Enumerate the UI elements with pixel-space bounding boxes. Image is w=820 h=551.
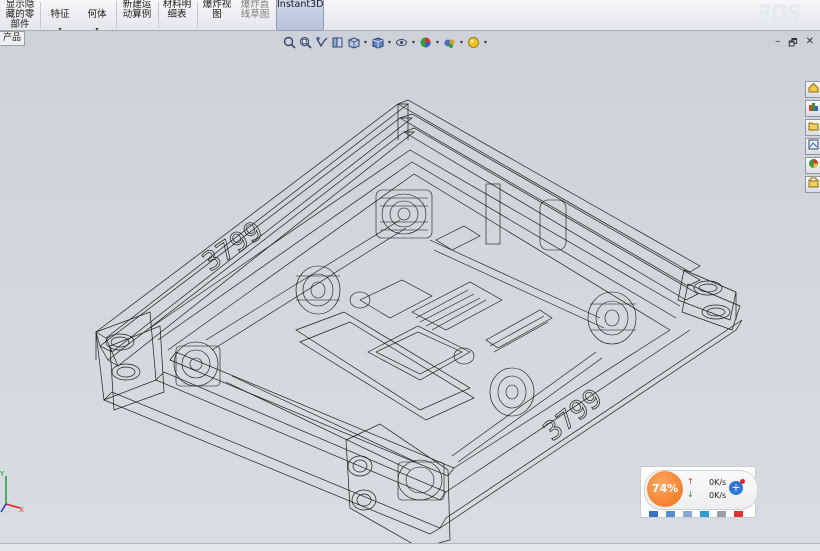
frame-end bbox=[681, 283, 741, 331]
boost-button[interactable]: + bbox=[729, 479, 745, 495]
triad-x-label: X bbox=[19, 506, 24, 514]
triad-y-label: Y bbox=[0, 470, 5, 478]
upload-arrow-icon: ↑ bbox=[687, 477, 694, 486]
bolt-hole bbox=[701, 304, 731, 320]
motor-cluster bbox=[587, 291, 637, 345]
frame-rail bbox=[169, 351, 455, 477]
bolt-hole bbox=[116, 366, 136, 378]
frame-rail bbox=[403, 127, 699, 301]
tray-icon[interactable] bbox=[666, 511, 675, 517]
bolt-hole bbox=[356, 493, 372, 507]
engraved-label: 3799 bbox=[197, 216, 269, 278]
tray-icon[interactable] bbox=[649, 511, 658, 517]
frame-notch bbox=[299, 321, 475, 421]
reference-triad: Y X bbox=[0, 470, 24, 514]
frame-rail bbox=[453, 329, 671, 469]
tray-icon[interactable] bbox=[700, 511, 709, 517]
plus-icon: + bbox=[731, 481, 741, 494]
frame-rail bbox=[103, 391, 441, 535]
tray-icon[interactable] bbox=[717, 511, 726, 517]
frame-end bbox=[109, 325, 165, 411]
motor-cluster bbox=[295, 265, 341, 315]
frame-rail bbox=[107, 131, 416, 367]
bolt-hole bbox=[111, 363, 141, 381]
engraved-label: 3799 bbox=[538, 383, 609, 447]
motor-cluster bbox=[489, 367, 535, 417]
center-carriage bbox=[349, 183, 567, 381]
download-arrow-icon: ↓ bbox=[687, 490, 694, 499]
network-monitor-widget[interactable]: 74% ↑ 0K/s ↓ 0K/s + bbox=[640, 466, 758, 518]
widget-tray bbox=[649, 511, 743, 517]
upload-rate: 0K/s bbox=[709, 478, 727, 487]
motor-cluster bbox=[375, 189, 433, 239]
bolt-hole bbox=[698, 283, 718, 293]
frame-notch bbox=[295, 311, 471, 411]
memory-percent-badge[interactable]: 74% bbox=[647, 471, 683, 507]
notification-dot bbox=[740, 479, 745, 484]
close-icon[interactable] bbox=[734, 511, 743, 517]
tray-icon[interactable] bbox=[683, 511, 692, 517]
motor-cluster bbox=[397, 459, 445, 501]
download-rate: 0K/s bbox=[709, 491, 727, 500]
